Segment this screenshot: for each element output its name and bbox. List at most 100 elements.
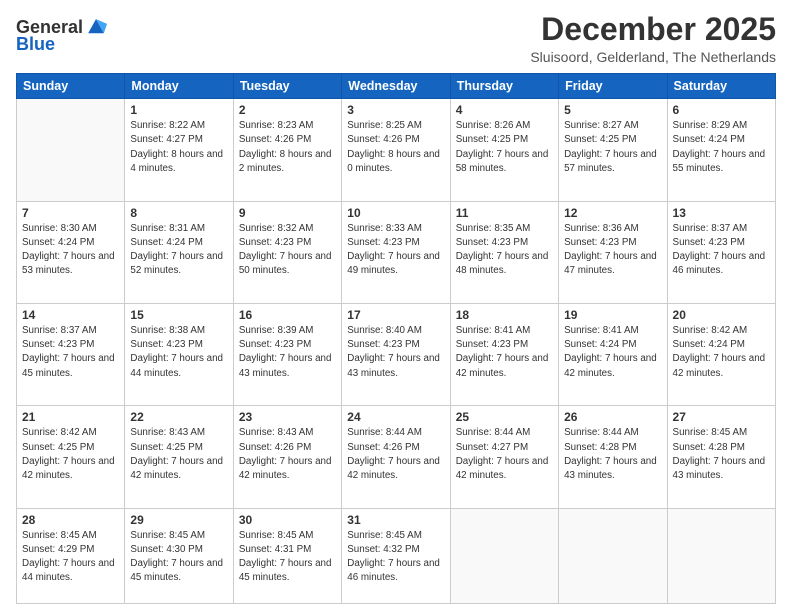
day-info: Sunrise: 8:33 AMSunset: 4:23 PMDaylight:… (347, 222, 444, 279)
col-wednesday: Wednesday (342, 74, 450, 99)
daylight-label: Daylight: 7 hours and 42 minutes. (673, 353, 766, 378)
day-info: Sunrise: 8:22 AMSunset: 4:27 PMDaylight:… (130, 119, 227, 176)
day-info: Sunrise: 8:31 AMSunset: 4:24 PMDaylight:… (130, 222, 227, 279)
daylight-label: Daylight: 7 hours and 44 minutes. (22, 558, 115, 583)
sunrise-label: Sunrise: 8:29 AM (673, 120, 748, 131)
sunrise-label: Sunrise: 8:45 AM (239, 530, 314, 541)
day-info: Sunrise: 8:32 AMSunset: 4:23 PMDaylight:… (239, 222, 336, 279)
calendar-cell: 24Sunrise: 8:44 AMSunset: 4:26 PMDayligh… (342, 406, 450, 508)
daylight-label: Daylight: 8 hours and 0 minutes. (347, 149, 440, 174)
calendar-cell (667, 508, 775, 603)
sunrise-label: Sunrise: 8:25 AM (347, 120, 422, 131)
calendar-cell: 5Sunrise: 8:27 AMSunset: 4:25 PMDaylight… (559, 99, 667, 201)
sunrise-label: Sunrise: 8:30 AM (22, 223, 97, 234)
sunrise-label: Sunrise: 8:37 AM (22, 325, 97, 336)
day-number: 27 (673, 410, 770, 424)
sunset-label: Sunset: 4:25 PM (564, 134, 636, 145)
daylight-label: Daylight: 7 hours and 42 minutes. (564, 353, 657, 378)
day-info: Sunrise: 8:30 AMSunset: 4:24 PMDaylight:… (22, 222, 119, 279)
calendar-header-row: Sunday Monday Tuesday Wednesday Thursday… (17, 74, 776, 99)
sunrise-label: Sunrise: 8:40 AM (347, 325, 422, 336)
col-friday: Friday (559, 74, 667, 99)
day-info: Sunrise: 8:35 AMSunset: 4:23 PMDaylight:… (456, 222, 553, 279)
daylight-label: Daylight: 7 hours and 58 minutes. (456, 149, 549, 174)
day-number: 22 (130, 410, 227, 424)
day-info: Sunrise: 8:38 AMSunset: 4:23 PMDaylight:… (130, 324, 227, 381)
daylight-label: Daylight: 7 hours and 43 minutes. (239, 353, 332, 378)
day-number: 13 (673, 206, 770, 220)
day-info: Sunrise: 8:44 AMSunset: 4:27 PMDaylight:… (456, 426, 553, 483)
sunset-label: Sunset: 4:23 PM (564, 237, 636, 248)
daylight-label: Daylight: 7 hours and 42 minutes. (456, 353, 549, 378)
daylight-label: Daylight: 7 hours and 47 minutes. (564, 251, 657, 276)
sunset-label: Sunset: 4:24 PM (673, 134, 745, 145)
day-number: 10 (347, 206, 444, 220)
day-info: Sunrise: 8:37 AMSunset: 4:23 PMDaylight:… (673, 222, 770, 279)
day-number: 2 (239, 103, 336, 117)
calendar-cell: 18Sunrise: 8:41 AMSunset: 4:23 PMDayligh… (450, 303, 558, 405)
day-info: Sunrise: 8:25 AM Sunset: 4:26 PM Daylight:… (347, 119, 444, 176)
sunset-label: Sunset: 4:26 PM (347, 442, 419, 453)
day-number: 28 (22, 513, 119, 527)
calendar-cell: 22Sunrise: 8:43 AMSunset: 4:25 PMDayligh… (125, 406, 233, 508)
sunset-label: Sunset: 4:32 PM (347, 544, 419, 555)
sunrise-label: Sunrise: 8:44 AM (456, 427, 531, 438)
calendar-cell: 21Sunrise: 8:42 AMSunset: 4:25 PMDayligh… (17, 406, 125, 508)
calendar-cell: 2 Sunrise: 8:23 AMSunset: 4:26 PMDaylight… (233, 99, 341, 201)
calendar-cell: 27Sunrise: 8:45 AMSunset: 4:28 PMDayligh… (667, 406, 775, 508)
sunset-label: Sunset: 4:27 PM (456, 442, 528, 453)
col-thursday: Thursday (450, 74, 558, 99)
calendar-cell: 31Sunrise: 8:45 AMSunset: 4:32 PMDayligh… (342, 508, 450, 603)
day-number: 7 (22, 206, 119, 220)
day-number: 25 (456, 410, 553, 424)
day-info: Sunrise: 8:23 AMSunset: 4:26 PMDaylight:… (239, 119, 336, 176)
sunrise-label: Sunrise: 8:42 AM (22, 427, 97, 438)
daylight-label: Daylight: 7 hours and 45 minutes. (22, 353, 115, 378)
sunrise-label: Sunrise: 8:45 AM (347, 530, 422, 541)
calendar-cell: 1Sunrise: 8:22 AMSunset: 4:27 PMDaylight… (125, 99, 233, 201)
day-number: 31 (347, 513, 444, 527)
sunset-label: Sunset: 4:23 PM (456, 237, 528, 248)
calendar-cell: 19Sunrise: 8:41 AMSunset: 4:24 PMDayligh… (559, 303, 667, 405)
logo-icon (85, 16, 107, 38)
calendar-week-1: 7 Sunrise: 8:30 AMSunset: 4:24 PMDaylight… (17, 201, 776, 303)
sunrise-label: Sunrise: 8:43 AM (130, 427, 205, 438)
day-number: 29 (130, 513, 227, 527)
daylight-label: Daylight: 7 hours and 57 minutes. (564, 149, 657, 174)
daylight-label: Daylight: 7 hours and 42 minutes. (239, 456, 332, 481)
col-sunday: Sunday (17, 74, 125, 99)
sunset-label: Sunset: 4:23 PM (456, 339, 528, 350)
sunrise-label: Sunrise: 8:44 AM (564, 427, 639, 438)
daylight-label: Daylight: 7 hours and 45 minutes. (239, 558, 332, 583)
calendar-table: Sunday Monday Tuesday Wednesday Thursday… (16, 73, 776, 604)
day-info: Sunrise: 8:42 AMSunset: 4:25 PMDaylight:… (22, 426, 119, 483)
sunset-label: Sunset: 4:25 PM (130, 442, 202, 453)
daylight-label: Daylight: 7 hours and 55 minutes. (673, 149, 766, 174)
day-info: Sunrise: 8:41 AMSunset: 4:24 PMDaylight:… (564, 324, 661, 381)
sunrise-label: Sunrise: 8:45 AM (130, 530, 205, 541)
calendar-cell: 26Sunrise: 8:44 AMSunset: 4:28 PMDayligh… (559, 406, 667, 508)
calendar-cell: 7 Sunrise: 8:30 AMSunset: 4:24 PMDaylight… (17, 201, 125, 303)
day-info: Sunrise: 8:43 AMSunset: 4:25 PMDaylight:… (130, 426, 227, 483)
sunrise-label: Sunrise: 8:31 AM (130, 223, 205, 234)
calendar-cell: 14Sunrise: 8:37 AMSunset: 4:23 PMDayligh… (17, 303, 125, 405)
daylight-label: Daylight: 7 hours and 43 minutes. (564, 456, 657, 481)
day-info: Sunrise: 8:45 AMSunset: 4:29 PMDaylight:… (22, 529, 119, 586)
day-info: Sunrise: 8:37 AMSunset: 4:23 PMDaylight:… (22, 324, 119, 381)
calendar-cell: 9Sunrise: 8:32 AMSunset: 4:23 PMDaylight… (233, 201, 341, 303)
calendar-cell: 28 Sunrise: 8:45 AMSunset: 4:29 PMDayligh… (17, 508, 125, 603)
calendar-cell: 12Sunrise: 8:36 AMSunset: 4:23 PMDayligh… (559, 201, 667, 303)
day-info: Sunrise: 8:45 AMSunset: 4:32 PMDaylight:… (347, 529, 444, 586)
calendar-cell: 25Sunrise: 8:44 AMSunset: 4:27 PMDayligh… (450, 406, 558, 508)
sunrise-label: Sunrise: 8:26 AM (456, 120, 531, 131)
calendar-cell: 15Sunrise: 8:38 AMSunset: 4:23 PMDayligh… (125, 303, 233, 405)
sunset-label: Sunset: 4:24 PM (673, 339, 745, 350)
calendar-cell: 17Sunrise: 8:40 AMSunset: 4:23 PMDayligh… (342, 303, 450, 405)
daylight-label: Daylight: 7 hours and 48 minutes. (456, 251, 549, 276)
sunset-label: Sunset: 4:23 PM (673, 237, 745, 248)
day-number: 16 (239, 308, 336, 322)
sunrise-label: Sunrise: 8:43 AM (239, 427, 314, 438)
calendar-cell: 23Sunrise: 8:43 AMSunset: 4:26 PMDayligh… (233, 406, 341, 508)
sunset-label: Sunset: 4:23 PM (347, 237, 419, 248)
sunset-label: Sunset: 4:26 PM (347, 134, 419, 145)
